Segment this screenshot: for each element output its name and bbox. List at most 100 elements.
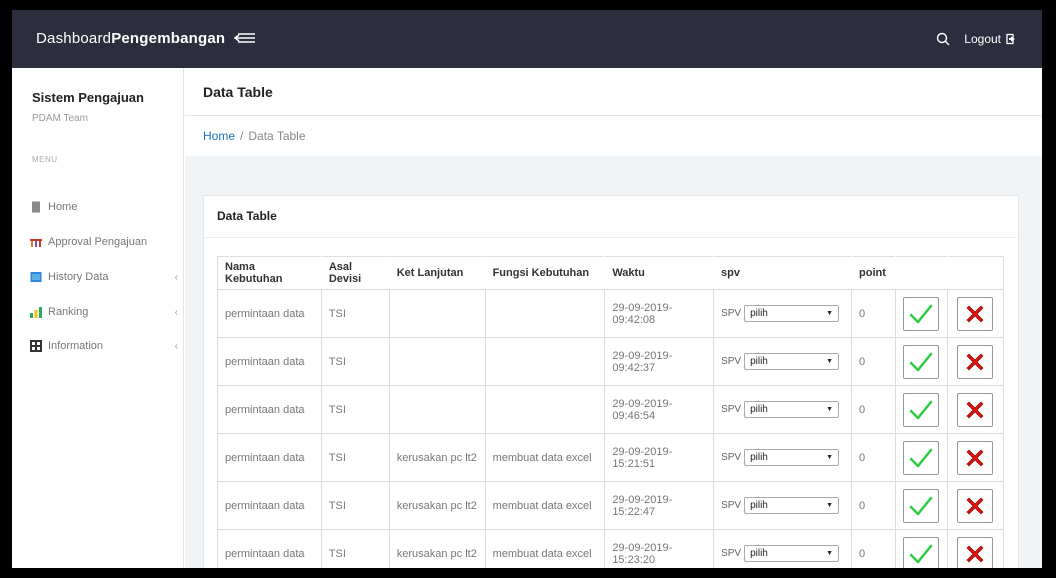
close-icon [967,353,984,370]
cell-nama: permintaan data [217,385,322,434]
sidebar-item-home[interactable]: Home [30,198,178,216]
column-header: Asal Devisi [321,256,390,290]
cell-ket: kerusakan pc lt2 [388,481,486,530]
cell-nama: permintaan data [217,289,322,338]
reject-button[interactable] [957,344,994,379]
spv-select-value: pilih [750,308,768,319]
search-icon[interactable] [936,32,950,46]
breadcrumb-home-link[interactable]: Home [203,129,235,143]
spv-select[interactable]: pilih ▼ [744,401,840,418]
cell-ket [388,337,486,386]
cell-nama: permintaan data [217,337,322,386]
page-icon [30,201,42,213]
cell-fungsi: membuat data excel [484,481,606,530]
spv-select[interactable]: pilih ▼ [744,545,840,562]
dropdown-arrow-icon: ▼ [826,406,834,413]
sidebar-item-label: Approval Pengajuan [48,236,148,248]
chevron-left-icon: ‹ [174,306,178,318]
column-header: spv [713,256,852,290]
cell-waktu: 29-09-2019-15:23:20 [604,529,715,568]
approve-button[interactable] [903,344,940,379]
cell-waktu: 29-09-2019-15:22:47 [604,481,715,530]
spv-select-value: pilih [750,548,768,559]
chevron-left-icon: ‹ [174,340,178,352]
cell-ket: kerusakan pc lt2 [388,529,486,568]
brand-logo[interactable]: DashboardPengembangan [36,30,225,47]
sidebar-item-information[interactable]: Information ‹ [30,337,178,355]
cell-reject [946,529,1005,568]
cell-waktu: 29-09-2019-09:42:08 [604,289,715,338]
reject-button[interactable] [957,536,994,568]
cell-asal: TSI [320,385,390,434]
cell-waktu: 29-09-2019-09:42:37 [604,337,715,386]
approve-button[interactable] [903,488,940,523]
spv-wrap: SPV pilih ▼ [721,401,844,418]
sidebar-item-approval-pengajuan[interactable]: Approval Pengajuan [30,233,178,251]
spv-select[interactable]: pilih ▼ [744,305,840,322]
cell-spv: SPV pilih ▼ [713,529,853,568]
grid-icon [30,340,42,352]
spv-prefix: SPV [721,500,742,511]
sidebar-item-ranking[interactable]: Ranking ‹ [30,303,178,321]
cell-fungsi [484,289,606,338]
dropdown-arrow-icon: ▼ [826,502,834,509]
cell-spv: SPV pilih ▼ [713,289,853,338]
table-row: permintaan data TSI 29-09-2019-09:42:37 SP… [217,337,1005,386]
cell-reject [946,337,1005,386]
breadcrumb: Home / Data Table [203,129,306,143]
sidebar-title: Sistem Pengajuan [32,90,144,105]
cell-reject [946,433,1005,482]
cell-spv: SPV pilih ▼ [713,433,853,482]
close-icon [967,497,984,514]
rainbow-icon [30,236,42,248]
page-header: Data Table [185,68,1042,116]
main-content: Data Table Home / Data Table Data Table Na… [185,68,1042,568]
spv-prefix: SPV [721,404,742,415]
reject-button[interactable] [957,296,994,331]
cell-nama: permintaan data [217,433,322,482]
dropdown-arrow-icon: ▼ [826,310,834,317]
reject-button[interactable] [957,440,994,475]
cell-waktu: 29-09-2019-15:21:51 [604,433,715,482]
spv-prefix: SPV [721,548,742,559]
spv-select[interactable]: pilih ▼ [744,449,840,466]
spv-select[interactable]: pilih ▼ [744,497,840,514]
cell-reject [946,481,1005,530]
cell-point: 0 [851,337,896,386]
spv-select[interactable]: pilih ▼ [744,353,840,370]
column-header: Ket Lanjutan [389,256,486,290]
sidebar-menu-label: MENU [32,155,58,164]
sidebar-item-history-data[interactable]: History Data ‹ [30,268,178,286]
cell-approve [895,385,948,434]
checkmark-icon [910,304,933,323]
spv-select-value: pilih [750,452,768,463]
logout-button[interactable]: Logout [964,32,1018,46]
table-row: permintaan data TSI 29-09-2019-09:42:08 SP… [217,289,1005,338]
reject-button[interactable] [957,488,994,523]
logout-label: Logout [964,32,1001,46]
approve-button[interactable] [903,440,940,475]
column-header: point [851,256,896,290]
menu-toggle-icon[interactable] [234,31,256,45]
dropdown-arrow-icon: ▼ [826,454,834,461]
spv-select-value: pilih [750,356,768,367]
cell-approve [895,481,948,530]
cell-asal: TSI [320,481,390,530]
spv-select-value: pilih [750,500,768,511]
top-navbar: DashboardPengembangan Logout [12,10,1042,68]
approve-button[interactable] [903,536,940,568]
spv-wrap: SPV pilih ▼ [721,545,844,562]
table-header-row: Nama Kebutuhan Asal Devisi Ket Lanjutan … [217,256,1005,290]
cell-fungsi [484,337,606,386]
cell-asal: TSI [320,529,390,568]
brand-text-bold: Pengembangan [111,30,226,47]
close-icon [967,545,984,562]
approve-button[interactable] [903,296,940,331]
data-table-card: Data Table Nama Kebutuhan Asal Devisi Ke… [203,195,1020,568]
reject-button[interactable] [957,392,994,427]
cell-approve [895,289,948,338]
cell-reject [946,385,1005,434]
cell-ket: kerusakan pc lt2 [388,433,486,482]
approve-button[interactable] [903,392,940,427]
card-title: Data Table [217,209,277,223]
